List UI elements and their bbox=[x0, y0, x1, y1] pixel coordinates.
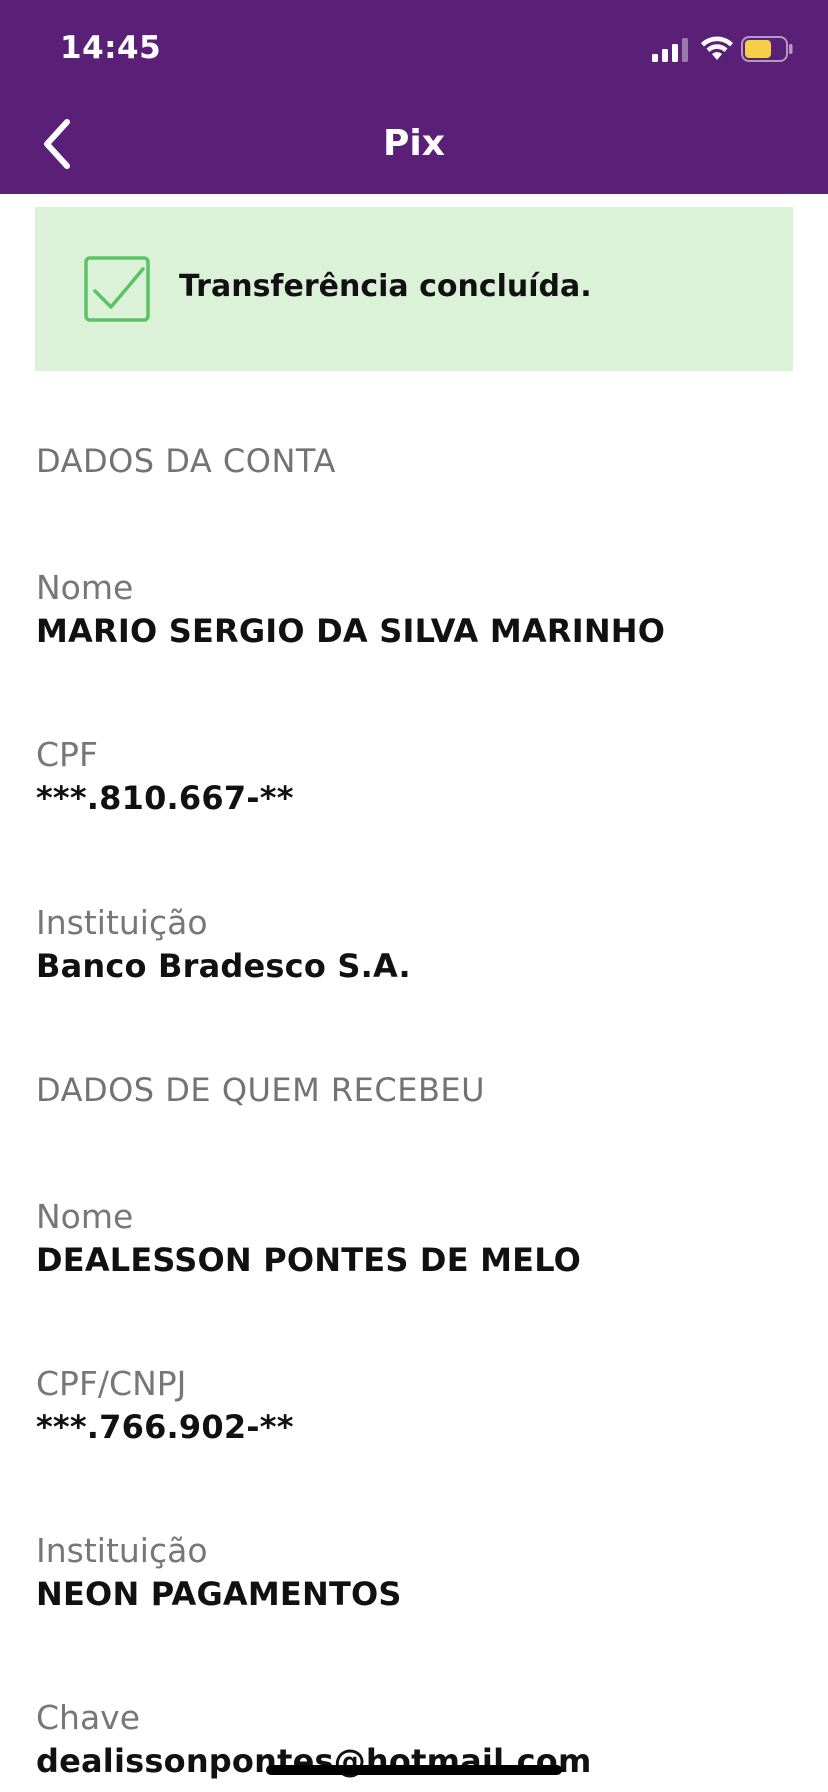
nav-bar: Pix bbox=[0, 97, 828, 194]
pix-key-label: Chave bbox=[36, 1698, 141, 1737]
recipient-institution-value: NEON PAGAMENTOS bbox=[36, 1575, 402, 1613]
wifi-icon bbox=[701, 36, 733, 60]
recipient-doc-value: ***.766.902-** bbox=[36, 1408, 294, 1446]
battery-icon bbox=[741, 36, 793, 62]
page-title: Pix bbox=[383, 123, 445, 164]
payer-cpf-label: CPF bbox=[36, 735, 98, 774]
payer-cpf-value: ***.810.667-** bbox=[36, 779, 294, 817]
check-square-icon bbox=[84, 256, 150, 322]
status-bar: 14:45 bbox=[0, 0, 828, 97]
recipient-name-value: DEALESSON PONTES DE MELO bbox=[36, 1241, 582, 1279]
section-title-account: DADOS DA CONTA bbox=[36, 442, 336, 480]
pix-receipt-screen: 14:45 Pix Transferência concluída. DADOS… bbox=[0, 0, 828, 1792]
payer-name-value: MARIO SERGIO DA SILVA MARINHO bbox=[36, 612, 666, 650]
payer-institution-label: Instituição bbox=[36, 903, 208, 942]
success-banner: Transferência concluída. bbox=[35, 207, 793, 371]
recipient-name-label: Nome bbox=[36, 1197, 134, 1236]
recipient-institution-label: Instituição bbox=[36, 1531, 208, 1570]
section-title-recipient: DADOS DE QUEM RECEBEU bbox=[36, 1071, 486, 1109]
payer-name-label: Nome bbox=[36, 568, 134, 607]
payer-institution-value: Banco Bradesco S.A. bbox=[36, 947, 411, 985]
status-time: 14:45 bbox=[60, 30, 162, 66]
home-indicator[interactable] bbox=[266, 1765, 562, 1775]
success-message: Transferência concluída. bbox=[179, 269, 592, 304]
battery-level bbox=[745, 40, 771, 58]
cellular-signal-icon bbox=[652, 38, 688, 62]
recipient-doc-label: CPF/CNPJ bbox=[36, 1364, 187, 1403]
